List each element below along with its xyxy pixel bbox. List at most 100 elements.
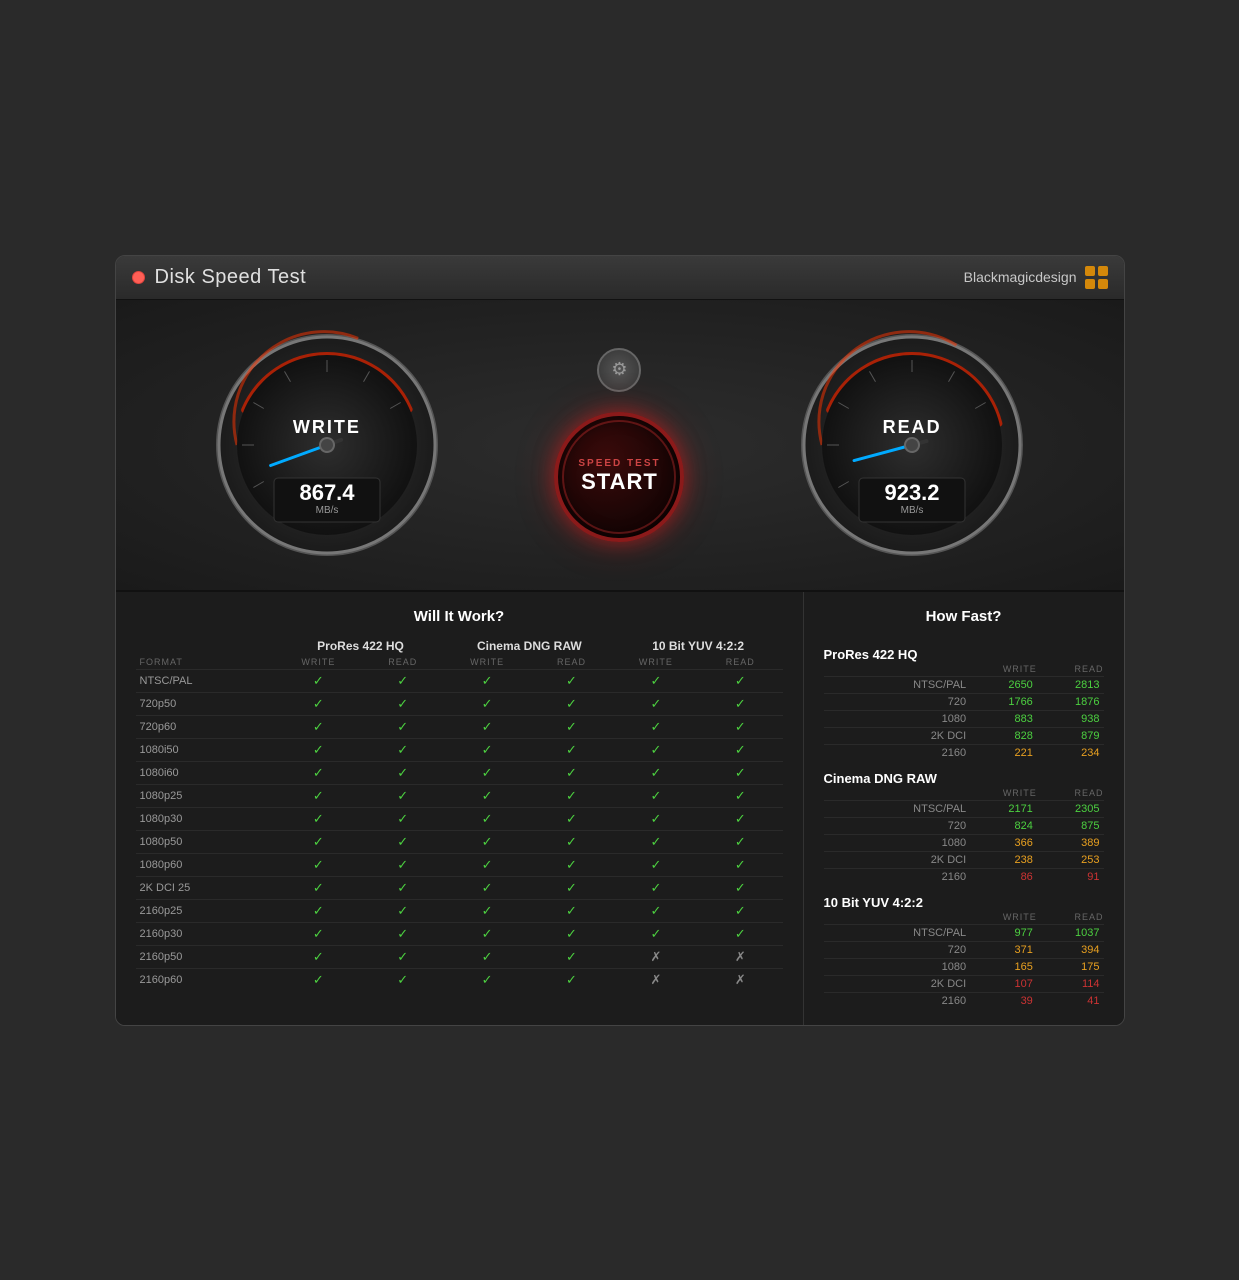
- check-icon: ✓: [735, 742, 746, 757]
- hf-data-row: 72017661876: [824, 693, 1104, 710]
- check-icon: ✓: [482, 926, 493, 941]
- check-icon: ✓: [482, 696, 493, 711]
- check-icon: ✓: [566, 949, 577, 964]
- app-title: Disk Speed Test: [155, 266, 307, 289]
- check-icon: ✓: [482, 949, 493, 964]
- check-cell: ✓: [529, 945, 613, 968]
- check-cell: ✓: [614, 899, 698, 922]
- hf-data-row: 720824875: [824, 817, 1104, 834]
- will-it-work-table: ProRes 422 HQ Cinema DNG RAW 10 Bit YUV …: [136, 637, 783, 991]
- read-gauge-svg: 923.2 MB/s: [797, 330, 1027, 560]
- table-row: 720p60✓✓✓✓✓✓: [136, 715, 783, 738]
- codec-row: Cinema DNG RAW: [824, 761, 1104, 788]
- check-cell: ✓: [614, 669, 698, 692]
- format-cell: 1080p50: [136, 830, 277, 853]
- hf-col-header: WRITE: [970, 788, 1037, 801]
- table-row: 1080p30✓✓✓✓✓✓: [136, 807, 783, 830]
- table-row: NTSC/PAL✓✓✓✓✓✓: [136, 669, 783, 692]
- hf-format: 2K DCI: [824, 851, 971, 868]
- check-cell: ✓: [445, 761, 529, 784]
- check-icon: ✓: [313, 903, 324, 918]
- check-cell: ✓: [529, 876, 613, 899]
- check-cell: ✓: [614, 692, 698, 715]
- check-cell: ✓: [276, 922, 360, 945]
- svg-text:MB/s: MB/s: [901, 505, 924, 516]
- yuv-header: 10 Bit YUV 4:2:2: [614, 637, 783, 655]
- check-cell: ✓: [698, 807, 782, 830]
- check-cell: ✓: [361, 669, 445, 692]
- check-icon: ✓: [313, 949, 324, 964]
- title-bar: Disk Speed Test Blackmagicdesign: [116, 256, 1124, 300]
- table-row: 2160p50✓✓✓✓✗✗: [136, 945, 783, 968]
- check-cell: ✓: [276, 807, 360, 830]
- hf-read-val: 389: [1037, 834, 1104, 851]
- check-cell: ✓: [529, 968, 613, 991]
- check-icon: ✓: [566, 811, 577, 826]
- hf-format: 2160: [824, 744, 971, 761]
- check-cell: ✓: [529, 715, 613, 738]
- check-icon: ✓: [313, 788, 324, 803]
- check-cell: ✓: [445, 669, 529, 692]
- codec-row: ProRes 422 HQ: [824, 637, 1104, 664]
- hf-col-header: WRITE: [970, 912, 1037, 925]
- check-icon: ✓: [397, 926, 408, 941]
- hf-format: 1080: [824, 710, 971, 727]
- check-cell: ✓: [614, 830, 698, 853]
- check-cell: ✓: [529, 738, 613, 761]
- prores-write-header: WRITE: [276, 655, 360, 670]
- check-cell: ✓: [445, 899, 529, 922]
- hf-format: 1080: [824, 834, 971, 851]
- table-row: 2160p25✓✓✓✓✓✓: [136, 899, 783, 922]
- hf-data-row: 21603941: [824, 992, 1104, 1009]
- table-row: 1080p50✓✓✓✓✓✓: [136, 830, 783, 853]
- hf-write-val: 39: [970, 992, 1037, 1009]
- check-icon: ✓: [397, 696, 408, 711]
- hf-format: NTSC/PAL: [824, 676, 971, 693]
- table-row: 1080i60✓✓✓✓✓✓: [136, 761, 783, 784]
- hf-data-row: 1080165175: [824, 958, 1104, 975]
- write-label: WRITE: [293, 417, 361, 438]
- check-icon: ✓: [397, 972, 408, 987]
- hf-header-row: WRITEREAD: [824, 912, 1104, 925]
- check-icon: ✓: [397, 834, 408, 849]
- check-icon: ✓: [397, 765, 408, 780]
- check-cell: ✓: [698, 830, 782, 853]
- brand-name: Blackmagicdesign: [964, 269, 1077, 285]
- check-cell: ✓: [276, 715, 360, 738]
- check-cell: ✓: [529, 761, 613, 784]
- close-button[interactable]: [132, 271, 145, 284]
- how-fast-table: ProRes 422 HQWRITEREADNTSC/PAL2650281372…: [824, 637, 1104, 1009]
- hf-col-header: WRITE: [970, 664, 1037, 677]
- read-gauge: 923.2 MB/s READ: [797, 330, 1027, 560]
- check-icon: ✓: [735, 903, 746, 918]
- codec-name: ProRes 422 HQ: [824, 637, 1104, 664]
- cross-icon: ✗: [650, 972, 661, 987]
- check-icon: ✓: [397, 811, 408, 826]
- check-icon: ✓: [482, 765, 493, 780]
- check-cell: ✓: [361, 968, 445, 991]
- hf-write-val: 366: [970, 834, 1037, 851]
- cinema-read-header: READ: [529, 655, 613, 670]
- check-cell: ✓: [614, 761, 698, 784]
- check-cell: ✓: [361, 692, 445, 715]
- check-cell: ✓: [445, 968, 529, 991]
- settings-button[interactable]: ⚙: [597, 348, 641, 392]
- format-sub-header: FORMAT: [136, 655, 277, 670]
- check-cell: ✓: [529, 692, 613, 715]
- hf-col-header: READ: [1037, 912, 1104, 925]
- start-button[interactable]: SPEED TEST START: [554, 412, 684, 542]
- center-controls: ⚙ SPEED TEST START: [554, 348, 684, 542]
- prores-read-header: READ: [361, 655, 445, 670]
- check-cell: ✗: [698, 968, 782, 991]
- check-icon: ✓: [482, 719, 493, 734]
- hf-format: 2K DCI: [824, 975, 971, 992]
- check-cell: ✓: [361, 922, 445, 945]
- format-cell: 1080p30: [136, 807, 277, 830]
- svg-text:867.4: 867.4: [299, 480, 355, 505]
- check-cell: ✓: [614, 784, 698, 807]
- check-cell: ✓: [698, 715, 782, 738]
- hf-data-row: NTSC/PAL21712305: [824, 800, 1104, 817]
- brand-dot-3: [1085, 279, 1095, 289]
- check-cell: ✓: [698, 784, 782, 807]
- brand-logo: Blackmagicdesign: [964, 266, 1108, 289]
